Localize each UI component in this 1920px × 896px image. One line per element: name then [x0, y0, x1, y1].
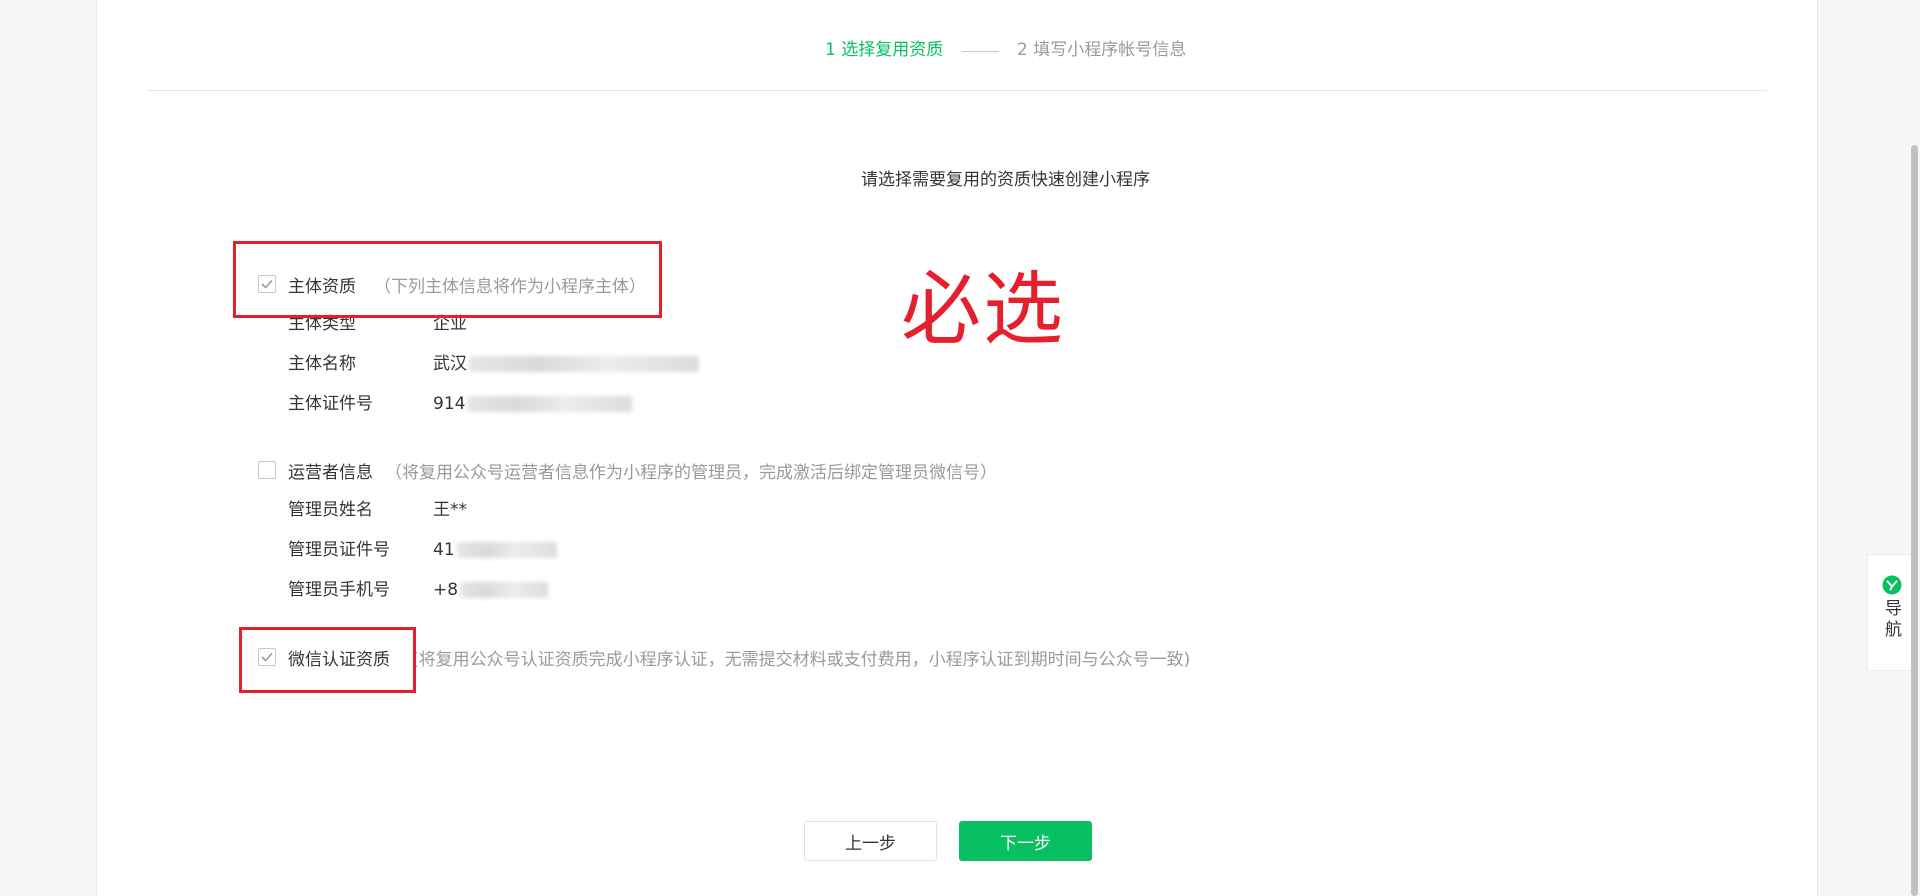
entity-name-row: 主体名称 武汉 — [288, 352, 699, 376]
prev-step-button[interactable]: 上一步 — [804, 821, 937, 861]
operator-info-desc: （将复用公众号运营者信息作为小程序的管理员，完成激活后绑定管理员微信号） — [385, 462, 997, 483]
entity-id-value: 914 — [433, 392, 633, 416]
scrollbar-thumb[interactable] — [1911, 145, 1918, 896]
wechat-nav-icon — [1882, 575, 1901, 595]
entity-name-label: 主体名称 — [288, 354, 356, 374]
admin-name-label: 管理员姓名 — [288, 500, 373, 520]
admin-id-label: 管理员证件号 — [288, 540, 390, 560]
admin-phone-text: +8 — [433, 580, 459, 600]
step-indicator: 1 选择复用资质 2 填写小程序帐号信息 — [147, 0, 1767, 91]
redacted-blur — [456, 542, 557, 558]
admin-phone-label: 管理员手机号 — [288, 580, 390, 600]
step-2-fill-account-info: 2 填写小程序帐号信息 — [1017, 40, 1187, 60]
main-card: 1 选择复用资质 2 填写小程序帐号信息 请选择需要复用的资质快速创建小程序 主… — [96, 0, 1818, 896]
entity-name-value: 武汉 — [433, 352, 699, 376]
operator-info-option[interactable]: 运营者信息 （将复用公众号运营者信息作为小程序的管理员，完成激活后绑定管理员微信… — [258, 458, 997, 483]
page-subtitle: 请选择需要复用的资质快速创建小程序 — [861, 170, 1150, 190]
step-divider — [962, 51, 999, 52]
redacted-blur — [469, 356, 699, 372]
step-1-select-qualification: 1 选择复用资质 — [825, 40, 944, 60]
redacted-blur — [467, 396, 633, 412]
operator-info-title: 运营者信息 — [288, 462, 373, 483]
entity-id-label: 主体证件号 — [288, 394, 373, 414]
red-highlight-entity — [233, 241, 662, 318]
red-highlight-wechat-cert — [239, 627, 416, 693]
required-annotation: 必选 — [901, 263, 1065, 356]
entity-id-text: 914 — [433, 394, 466, 414]
admin-id-value: 41 — [433, 538, 557, 562]
admin-phone-value: +8 — [433, 578, 549, 602]
wechat-cert-desc: (将复用公众号认证资质完成小程序认证，无需提交材料或支付费用，小程序认证到期时间… — [412, 649, 1191, 670]
admin-phone-row: 管理员手机号 +8 — [288, 578, 549, 602]
page-scrollbar[interactable] — [1908, 0, 1920, 896]
floating-nav-label: 导航 — [1881, 599, 1901, 641]
admin-name-row: 管理员姓名 王** — [288, 498, 467, 522]
operator-info-checkbox[interactable] — [258, 461, 276, 479]
entity-id-row: 主体证件号 914 — [288, 392, 633, 416]
admin-id-text: 41 — [433, 540, 455, 560]
admin-id-row: 管理员证件号 41 — [288, 538, 557, 562]
next-step-button[interactable]: 下一步 — [959, 821, 1092, 861]
entity-name-text: 武汉 — [433, 354, 467, 374]
admin-name-value: 王** — [433, 500, 467, 520]
redacted-blur — [460, 582, 549, 598]
